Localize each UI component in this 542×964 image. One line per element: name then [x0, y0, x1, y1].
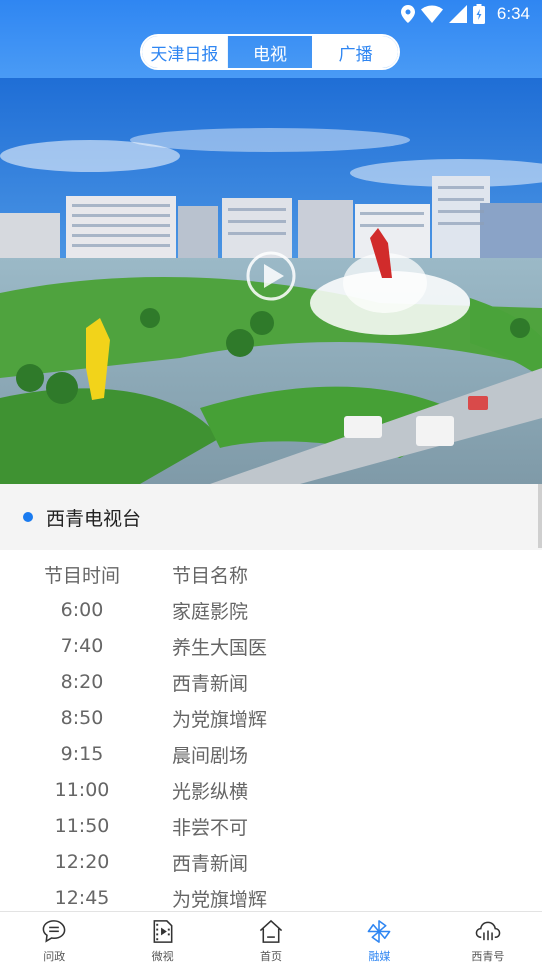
program-time: 12:20	[54, 851, 110, 873]
program-time: 11:50	[54, 815, 110, 837]
status-bar: 6:34	[0, 0, 542, 28]
bottom-nav: 问政 微视 首页 融媒 西青号	[0, 911, 542, 964]
schedule-row[interactable]: 9:15 晨间剧场	[0, 736, 542, 772]
schedule-header-row: 节目时间 节目名称	[0, 556, 542, 592]
station-name: 西青电视台	[46, 507, 142, 530]
program-name: 非尝不可	[172, 816, 249, 839]
program-time: 11:00	[54, 779, 110, 801]
header: 6:34 天津日报 电视 广播	[0, 0, 542, 78]
program-name: 为党旗增辉	[172, 708, 268, 731]
program-name: 西青新闻	[172, 852, 249, 875]
tab-tv[interactable]: 电视	[226, 36, 313, 68]
program-time: 9:15	[60, 743, 104, 765]
nav-label: 问政	[43, 950, 66, 963]
program-name: 晨间剧场	[172, 744, 249, 767]
nav-item-xiqinghao[interactable]: 西青号	[434, 912, 542, 964]
media-tabs: 天津日报 电视 广播	[140, 34, 400, 70]
status-time: 6:34	[496, 4, 530, 23]
cloud-icon	[475, 921, 501, 941]
program-time: 7:40	[60, 635, 104, 657]
program-name: 光影纵横	[172, 780, 249, 803]
station-indicator-dot	[23, 512, 33, 522]
video-file-icon	[153, 920, 173, 943]
schedule-row[interactable]: 11:50 非尝不可	[0, 808, 542, 844]
column-header-time: 节目时间	[43, 564, 120, 587]
nav-label: 西青号	[471, 950, 505, 963]
chat-bubble-icon	[42, 920, 66, 943]
program-time: 8:20	[60, 671, 104, 693]
schedule-row[interactable]: 6:00 家庭影院	[0, 592, 542, 628]
video-player[interactable]	[0, 78, 542, 484]
program-name: 家庭影院	[172, 600, 249, 623]
home-icon	[259, 919, 283, 943]
schedule-row[interactable]: 12:45 为党旗增辉	[0, 880, 542, 912]
nav-item-home[interactable]: 首页	[217, 912, 325, 964]
tab-tianjin-daily[interactable]: 天津日报	[142, 36, 227, 68]
pinwheel-icon	[368, 920, 391, 943]
scroll-indicator[interactable]	[538, 484, 542, 548]
column-header-name: 节目名称	[172, 564, 249, 587]
signal-icon	[448, 5, 467, 23]
program-time: 6:00	[60, 599, 104, 621]
schedule-row[interactable]: 7:40 养生大国医	[0, 628, 542, 664]
wifi-icon	[420, 5, 443, 23]
nav-item-wenzheng[interactable]: 问政	[0, 912, 108, 964]
nav-label: 首页	[260, 950, 283, 963]
schedule-row[interactable]: 11:00 光影纵横	[0, 772, 542, 808]
station-header: 西青电视台	[0, 484, 542, 550]
program-schedule: 节目时间 节目名称 6:00 家庭影院 7:40 养生大国医 8:20 西青新闻…	[0, 556, 542, 912]
schedule-row[interactable]: 8:20 西青新闻	[0, 664, 542, 700]
nav-label: 融媒	[368, 950, 391, 963]
nav-item-rongmei[interactable]: 融媒	[325, 912, 433, 964]
location-icon	[400, 5, 415, 23]
city-plaza-image	[0, 78, 542, 484]
nav-label: 微视	[151, 950, 174, 963]
schedule-row[interactable]: 8:50 为党旗增辉	[0, 700, 542, 736]
battery-icon	[472, 4, 485, 24]
status-icons: 6:34	[400, 4, 530, 24]
schedule-row[interactable]: 12:20 西青新闻	[0, 844, 542, 880]
tv-program-screen: 6:34 天津日报 电视 广播 西青电视台 节目时间 节目名称 6:00 家庭影…	[0, 0, 542, 964]
program-name: 养生大国医	[172, 636, 268, 659]
program-name: 为党旗增辉	[172, 888, 268, 911]
program-name: 西青新闻	[172, 672, 249, 695]
program-time: 12:45	[54, 887, 110, 909]
program-time: 8:50	[60, 707, 104, 729]
tab-radio[interactable]: 广播	[312, 36, 398, 68]
nav-item-weishi[interactable]: 微视	[108, 912, 216, 964]
